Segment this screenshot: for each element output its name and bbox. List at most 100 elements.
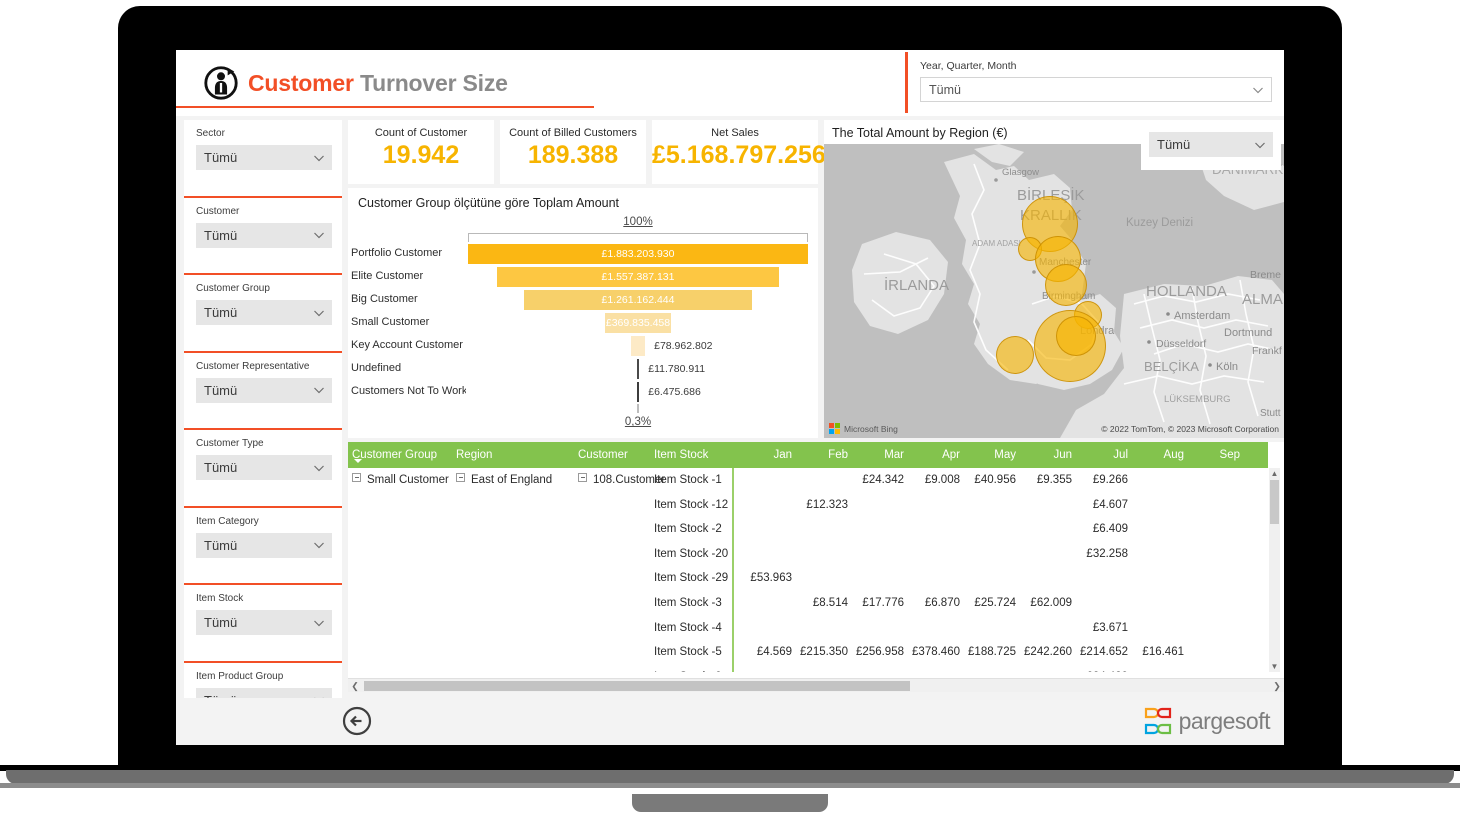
sidebar-item-customer-group[interactable]: Customer Group Tümü xyxy=(184,275,342,353)
laptop-screen: Customer Turnover Size Year, Quarter, Mo… xyxy=(176,50,1284,745)
funnel-row[interactable]: Undefined£11.780.911 xyxy=(348,357,818,380)
table-row[interactable]: Item Stock -4£3.671 xyxy=(348,616,1268,641)
sidebar-item-dropdown[interactable]: Tümü xyxy=(196,533,332,558)
table-row[interactable]: Small CustomerEast of England108.Custome… xyxy=(348,468,1268,493)
sidebar-item-customer-representative[interactable]: Customer Representative Tümü xyxy=(184,353,342,431)
funnel-bar[interactable]: £6.475.686 xyxy=(637,382,640,402)
chevron-up-icon[interactable]: ▲ xyxy=(1269,468,1280,479)
table-row[interactable]: Item Stock -20£32.258 xyxy=(348,542,1268,567)
chevron-down-icon[interactable] xyxy=(313,539,324,550)
table-cell-amount: £12.323 xyxy=(796,493,848,518)
table-cell-amount: £62.009 xyxy=(1020,591,1072,616)
chevron-down-icon[interactable] xyxy=(1254,139,1265,150)
funnel-row[interactable]: Key Account Customer£78.962.802 xyxy=(348,334,818,357)
map-bubble[interactable] xyxy=(996,336,1034,374)
funnel-row[interactable]: Small Customer £369.835.458 xyxy=(348,311,818,334)
table-row[interactable]: Item Stock -9£24.489 xyxy=(348,665,1268,672)
table-column-header[interactable]: Aug xyxy=(1132,442,1184,468)
funnel-row[interactable]: Customers Not To Work W…£6.475.686 xyxy=(348,380,818,403)
chevron-down-icon[interactable] xyxy=(313,617,324,628)
sidebar-item-dropdown[interactable]: Tümü xyxy=(196,223,332,248)
chevron-down-icon[interactable] xyxy=(1252,84,1263,95)
funnel-bar[interactable]: £1.261.162.444 xyxy=(524,290,752,310)
sidebar-item-sector[interactable]: Sector Tümü xyxy=(184,120,342,198)
map-bubble[interactable] xyxy=(1056,316,1096,356)
chevron-down-icon[interactable] xyxy=(313,307,324,318)
sidebar-item-customer[interactable]: Customer Tümü xyxy=(184,198,342,276)
table-row[interactable]: Item Stock -2£6.409 xyxy=(348,517,1268,542)
funnel-bar[interactable]: £369.835.458 xyxy=(605,313,672,333)
table-column-header[interactable]: Region xyxy=(456,442,492,468)
chevron-left-icon[interactable]: ❮ xyxy=(348,679,362,692)
sort-caret-icon[interactable] xyxy=(354,459,362,463)
table-row[interactable]: Item Stock -5£4.569£215.350£256.958£378.… xyxy=(348,640,1268,665)
table-column-header[interactable]: Jun xyxy=(1020,442,1072,468)
table-column-header[interactable]: Jul xyxy=(1076,442,1128,468)
kpi-card-count-of-billed-customers[interactable]: Count of Billed Customers 189.388 xyxy=(500,120,646,184)
slicer-year-quarter-month-dropdown[interactable]: Tümü xyxy=(920,77,1272,102)
circle-arrow-left-icon[interactable] xyxy=(342,706,372,736)
funnel-row[interactable]: Big Customer£1.261.162.444 xyxy=(348,288,818,311)
table-horizontal-scrollbar[interactable]: ❮ ❯ xyxy=(348,678,1284,692)
table-column-header[interactable]: Feb xyxy=(796,442,848,468)
table-row[interactable]: Item Stock -12£12.323£4.607 xyxy=(348,493,1268,518)
data-table-panel[interactable]: Customer Group Region Customer Item Stock Ja… xyxy=(348,442,1284,692)
table-vertical-scrollbar[interactable]: ▲ ▼ xyxy=(1269,468,1280,672)
map-bubble[interactable] xyxy=(1045,264,1087,306)
expander-icon[interactable] xyxy=(456,473,465,482)
sidebar-item-dropdown[interactable]: Tümü xyxy=(196,610,332,635)
sidebar-item-item-category[interactable]: Item Category Tümü xyxy=(184,508,342,586)
chevron-down-icon[interactable] xyxy=(313,384,324,395)
funnel-bar[interactable]: £78.962.802 xyxy=(631,336,645,356)
table-column-header[interactable]: Customer Group xyxy=(352,442,437,468)
table-column-header[interactable]: Mar xyxy=(852,442,904,468)
kpi-card-count-of-customer[interactable]: Count of Customer 19.942 xyxy=(348,120,494,184)
sidebar-item-dropdown[interactable]: Tümü xyxy=(196,300,332,325)
sidebar-item-dropdown[interactable]: Tümü xyxy=(196,455,332,480)
sidebar-item-customer-type[interactable]: Customer Type Tümü xyxy=(184,430,342,508)
kpi-card-net-sales[interactable]: Net Sales £5.168.797.256 xyxy=(652,120,818,184)
chevron-down-icon[interactable] xyxy=(313,462,324,473)
slicer-region[interactable]: Tümü xyxy=(1141,122,1281,170)
svg-text:ALMA: ALMA xyxy=(1242,291,1283,308)
table-column-header[interactable]: Apr xyxy=(908,442,960,468)
chevron-down-icon[interactable] xyxy=(313,229,324,240)
sidebar-item-dropdown[interactable]: Tümü xyxy=(196,378,332,403)
sidebar-item-dropdown[interactable]: Tümü xyxy=(196,145,332,170)
table-cell-amount: £32.258 xyxy=(1076,542,1128,567)
table-cell-amount xyxy=(1188,665,1240,672)
expander-icon[interactable] xyxy=(352,473,361,482)
chevron-right-icon[interactable]: ❯ xyxy=(1270,679,1284,692)
chevron-down-icon[interactable]: ▼ xyxy=(1269,661,1280,672)
table-column-header[interactable]: Jan xyxy=(740,442,792,468)
table-cell-amount xyxy=(1132,665,1184,672)
table-row[interactable]: Item Stock -3£8.514£17.776£6.870£25.724£… xyxy=(348,591,1268,616)
table-cell-amount xyxy=(1020,566,1072,591)
funnel-bar[interactable]: £1.883.203.930 xyxy=(468,244,808,264)
table-column-header[interactable]: May xyxy=(964,442,1016,468)
funnel-category-label: Small Customer xyxy=(351,311,466,334)
funnel-bar[interactable]: £1.557.387.131 xyxy=(497,267,778,287)
table-cell-amount xyxy=(1132,542,1184,567)
funnel-row[interactable]: Portfolio Customer£1.883.203.930 xyxy=(348,242,818,265)
svg-text:ADAM ADASI: ADAM ADASI xyxy=(972,239,1021,248)
table-column-header[interactable]: Item Stock xyxy=(654,442,708,468)
funnel-row[interactable]: Elite Customer£1.557.387.131 xyxy=(348,265,818,288)
slicer-region-dropdown[interactable]: Tümü xyxy=(1149,132,1273,157)
funnel-bar[interactable]: £11.780.911 xyxy=(637,359,640,379)
funnel-value-label: £1.261.162.444 xyxy=(601,294,674,306)
sidebar-item-item-stock[interactable]: Item Stock Tümü xyxy=(184,585,342,663)
slicer-year-quarter-month[interactable]: Year, Quarter, Month Tümü xyxy=(905,52,1284,113)
table-cell-item-stock: Item Stock -9 xyxy=(654,665,722,672)
table-column-header[interactable]: Customer xyxy=(578,442,628,468)
table-column-header[interactable]: Sep xyxy=(1188,442,1240,468)
table-row[interactable]: Item Stock -29£53.963 xyxy=(348,566,1268,591)
expander-icon[interactable] xyxy=(578,473,587,482)
scrollbar-thumb[interactable] xyxy=(1270,480,1279,524)
funnel-chart-panel[interactable]: Customer Group ölçütüne göre Toplam Amou… xyxy=(348,188,818,438)
chevron-down-icon[interactable] xyxy=(313,152,324,163)
table-column-header[interactable]: Oct xyxy=(1244,442,1284,468)
scrollbar-thumb[interactable] xyxy=(364,681,910,691)
map-canvas[interactable]: Glasgow BİRLEŞİK KRALLIK Kuzey Denizi DA… xyxy=(824,144,1284,438)
map-panel[interactable]: The Total Amount by Region (€) xyxy=(824,120,1284,438)
